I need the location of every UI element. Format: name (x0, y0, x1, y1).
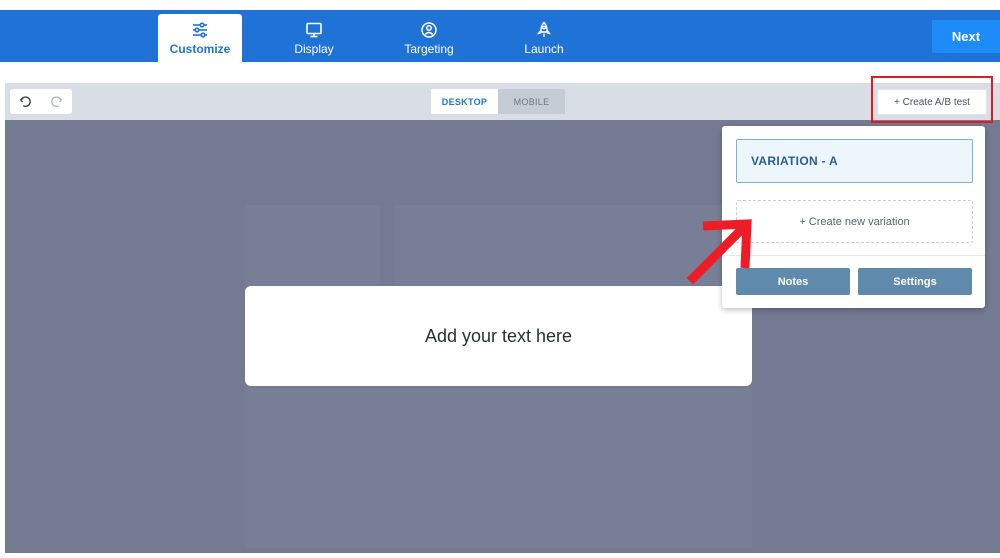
tab-display[interactable]: Display (272, 14, 356, 62)
rocket-icon (536, 21, 552, 37)
monitor-icon (306, 22, 322, 38)
target-user-icon (421, 22, 437, 38)
ghost-block (245, 388, 752, 548)
tab-targeting-label: Targeting (404, 42, 454, 56)
redo-icon[interactable] (50, 95, 63, 108)
mobile-view-button[interactable]: MOBILE (498, 89, 565, 114)
editor-toolbar: DESKTOP MOBILE + Create A/B test (5, 76, 1000, 123)
desktop-view-button[interactable]: DESKTOP (431, 89, 498, 114)
tab-customize-label: Customize (169, 42, 231, 56)
settings-button[interactable]: Settings (858, 268, 972, 295)
text-element[interactable]: Add your text here (245, 286, 752, 386)
panel-divider (722, 255, 985, 256)
next-button[interactable]: Next (932, 20, 1000, 53)
sliders-icon (193, 22, 207, 38)
top-navigation-bar: Customize Display Targeting Launch (0, 10, 1000, 62)
ghost-block (245, 205, 380, 285)
variation-dropdown-panel: VARIATION - A + Create new variation Not… (722, 126, 985, 308)
device-toggle: DESKTOP MOBILE (431, 89, 566, 114)
tab-launch[interactable]: Launch (502, 14, 586, 62)
tab-display-label: Display (294, 42, 334, 56)
red-arrow-annotation (686, 219, 752, 284)
ab-test-highlight-box (871, 76, 993, 123)
tab-launch-label: Launch (524, 42, 564, 56)
variation-a-item[interactable]: VARIATION - A (736, 139, 973, 183)
create-new-variation-button[interactable]: + Create new variation (736, 200, 973, 243)
tab-targeting[interactable]: Targeting (387, 14, 471, 62)
undo-icon[interactable] (19, 95, 32, 108)
tab-customize[interactable]: Customize (158, 14, 242, 62)
undo-redo-group (10, 89, 72, 114)
text-placeholder: Add your text here (424, 325, 573, 346)
